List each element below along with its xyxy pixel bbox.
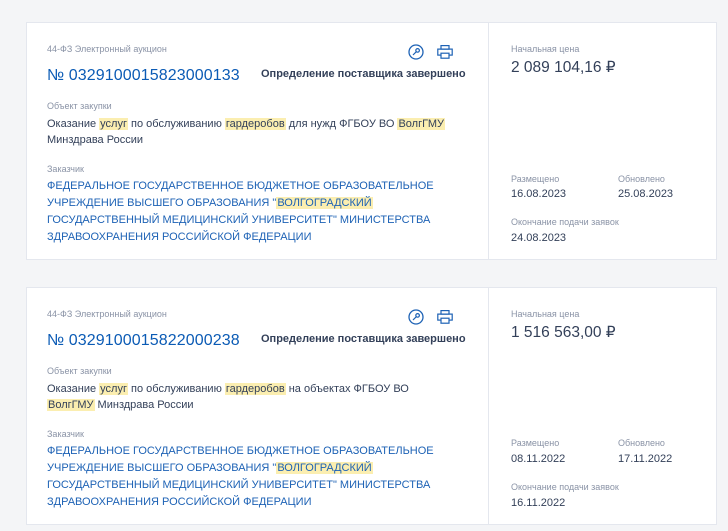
deadline-date: 24.08.2023 [511,232,567,244]
text-fragment: по обслуживанию [127,118,225,130]
text-fragment: ФЕДЕРАЛЬНОЕ ГОСУДАРСТВЕННОЕ БЮДЖЕТНОЕ ОБ… [47,445,434,474]
updated-label: Обновлено [618,174,665,184]
object-description: Оказание услуг по обслуживанию гардеробо… [47,381,457,413]
text-fragment: ГОСУДАРСТВЕННЫЙ МЕДИЦИНСКИЙ УНИВЕРСИТЕТ"… [47,214,431,243]
text-fragment: Оказание [47,118,100,130]
posted-label: Размещено [511,174,560,184]
initial-price: 1 516 563,00 ₽ [511,324,616,341]
object-description: Оказание услуг по обслуживанию гардеробо… [47,116,452,148]
printer-icon[interactable] [436,308,454,326]
initial-price: 2 089 104,16 ₽ [511,59,616,76]
highlighted-term: услуг [99,383,128,395]
highlighted-term: гардеробов [224,383,286,395]
purchase-card: 44-ФЗ Электронный аукцион № 032910001582… [26,287,717,525]
text-fragment: на объектах ФГБОУ ВО [285,383,409,395]
key-icon[interactable] [407,43,425,61]
customer-link[interactable]: ФЕДЕРАЛЬНОЕ ГОСУДАРСТВЕННОЕ БЮДЖЕТНОЕ ОБ… [47,178,472,246]
procurement-type: 44-ФЗ Электронный аукцион [47,309,167,319]
price-label: Начальная цена [511,309,580,319]
highlighted-term: ВолгГМУ [47,399,95,411]
highlighted-term: услуг [99,118,128,130]
printer-icon[interactable] [436,43,454,61]
updated-label: Обновлено [618,438,665,448]
procurement-type: 44-ФЗ Электронный аукцион [47,44,167,54]
customer-link[interactable]: ФЕДЕРАЛЬНОЕ ГОСУДАРСТВЕННОЕ БЮДЖЕТНОЕ ОБ… [47,443,472,511]
posted-date: 16.08.2023 [511,188,567,200]
customer-label: Заказчик [47,429,84,439]
purchase-number-link[interactable]: № 0329100015823000133 [47,67,240,85]
purchase-card: 44-ФЗ Электронный аукцион № 032910001582… [26,22,717,260]
updated-date: 25.08.2023 [618,188,674,200]
customer-label: Заказчик [47,164,84,174]
highlighted-term: ВОЛГОГРАДСКИЙ [276,197,373,209]
text-fragment: ГОСУДАРСТВЕННЫЙ МЕДИЦИНСКИЙ УНИВЕРСИТЕТ"… [47,479,431,508]
posted-label: Размещено [511,438,560,448]
deadline-label: Окончание подачи заявок [511,482,619,492]
key-icon[interactable] [407,308,425,326]
purchase-card-side: Начальная цена 2 089 104,16 ₽ Размещено … [488,23,716,259]
highlighted-term: гардеробов [224,118,286,130]
text-fragment: для нужд ФГБОУ ВО [285,118,398,130]
text-fragment: ФЕДЕРАЛЬНОЕ ГОСУДАРСТВЕННОЕ БЮДЖЕТНОЕ ОБ… [47,180,434,209]
highlighted-term: ВолгГМУ [397,118,445,130]
text-fragment: по обслуживанию [127,383,225,395]
deadline-label: Окончание подачи заявок [511,217,619,227]
price-label: Начальная цена [511,44,580,54]
highlighted-term: ВОЛГОГРАДСКИЙ [276,462,373,474]
purchase-card-main: 44-ФЗ Электронный аукцион № 032910001582… [27,288,488,524]
object-label: Объект закупки [47,366,112,376]
updated-date: 17.11.2022 [618,453,673,465]
status-text: Определение поставщика завершено [261,333,466,345]
text-fragment: Минздрава России [47,134,143,146]
text-fragment: Минздрава России [94,399,194,411]
purchase-card-side: Начальная цена 1 516 563,00 ₽ Размещено … [488,288,716,524]
status-text: Определение поставщика завершено [261,68,466,80]
object-label: Объект закупки [47,101,112,111]
purchase-number-link[interactable]: № 0329100015822000238 [47,332,240,350]
purchase-card-main: 44-ФЗ Электронный аукцион № 032910001582… [27,23,488,259]
posted-date: 08.11.2022 [511,453,566,465]
deadline-date: 16.11.2022 [511,497,566,509]
text-fragment: Оказание [47,383,100,395]
